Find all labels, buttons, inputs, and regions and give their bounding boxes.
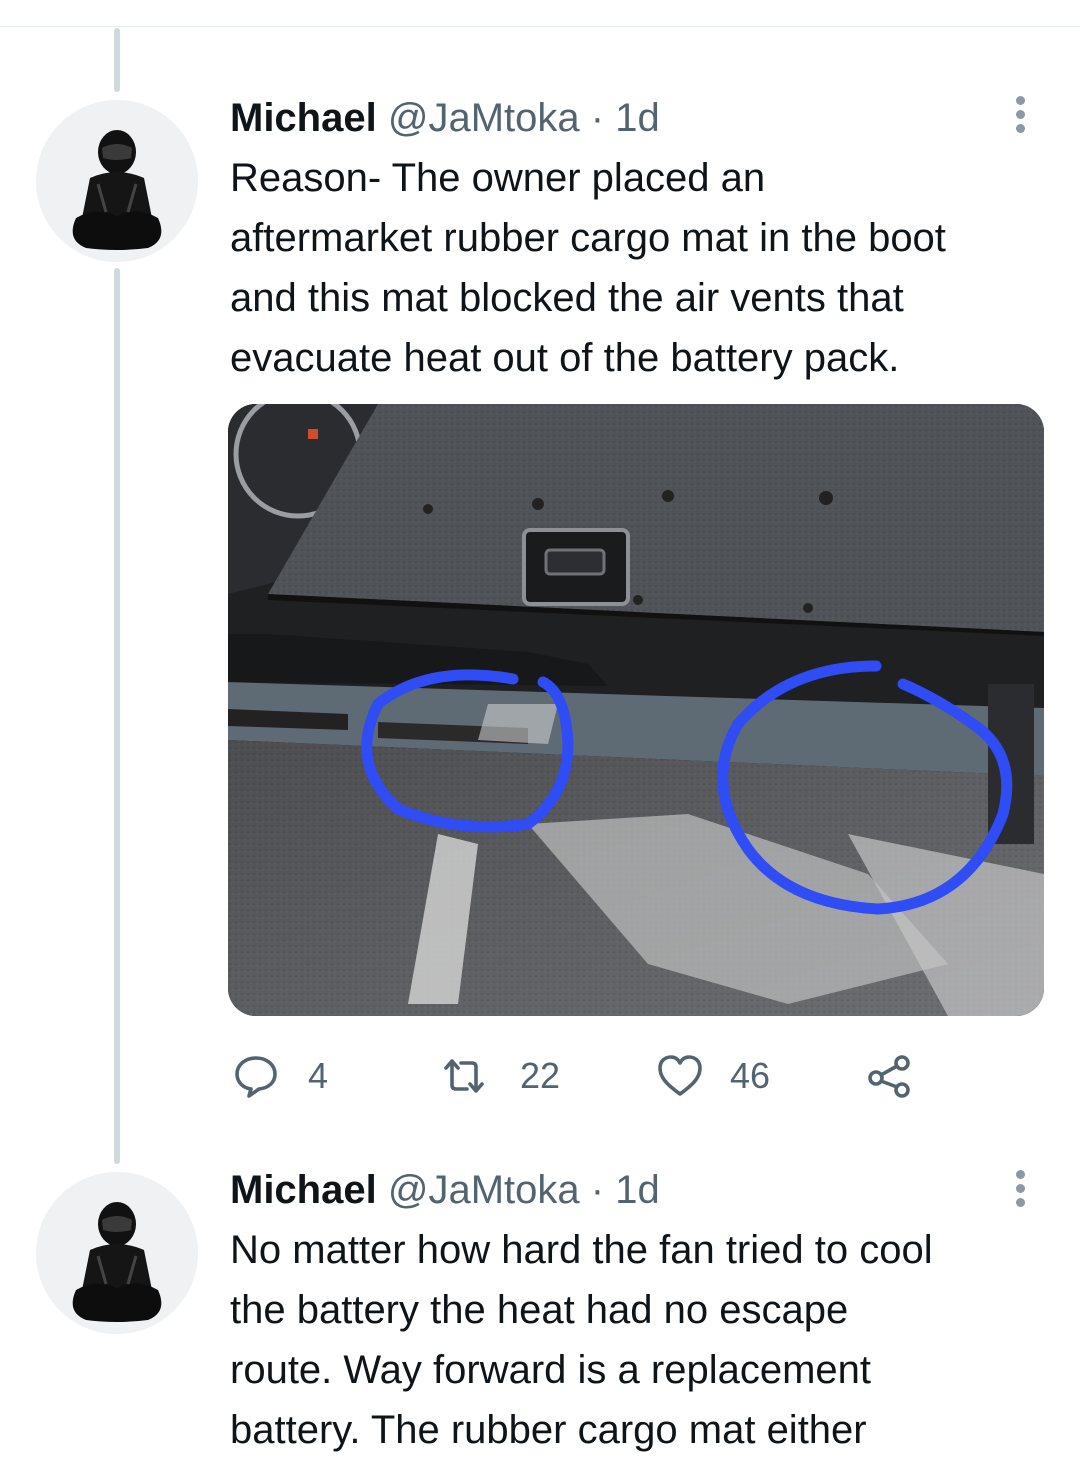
share-button[interactable] bbox=[866, 1050, 914, 1102]
retweet-count: 22 bbox=[520, 1055, 561, 1096]
tweet-header: Michael @JaMtoka · 1d bbox=[230, 1166, 660, 1214]
tweet-actions: 4 22 46 bbox=[232, 1050, 952, 1102]
avatar-image bbox=[36, 100, 198, 262]
author-handle[interactable]: @JaMtoka bbox=[388, 96, 580, 140]
avatar-image bbox=[36, 1172, 198, 1334]
timestamp[interactable]: 1d bbox=[615, 96, 660, 140]
thread-line-top bbox=[114, 28, 120, 92]
author-name[interactable]: Michael bbox=[230, 96, 377, 140]
reply-count: 4 bbox=[308, 1055, 329, 1096]
author-handle[interactable]: @JaMtoka bbox=[388, 1168, 580, 1212]
thread-line-connector bbox=[114, 268, 120, 1164]
timestamp[interactable]: 1d bbox=[615, 1168, 660, 1212]
retweet-icon bbox=[444, 1059, 484, 1093]
top-divider bbox=[0, 26, 1080, 27]
more-vertical-icon[interactable] bbox=[1008, 96, 1032, 136]
tweet-text: Reason- The owner placed an aftermarket … bbox=[230, 156, 946, 380]
car-trunk-photo bbox=[228, 404, 1044, 1016]
share-icon bbox=[868, 1055, 910, 1098]
separator-dot: · bbox=[590, 96, 605, 140]
separator-dot: · bbox=[590, 1168, 605, 1212]
heart-icon bbox=[658, 1055, 702, 1096]
like-count: 46 bbox=[730, 1055, 771, 1096]
more-vertical-icon[interactable] bbox=[1008, 1170, 1032, 1210]
tweet-header: Michael @JaMtoka · 1d bbox=[230, 94, 660, 142]
author-name[interactable]: Michael bbox=[230, 1168, 377, 1212]
reply-icon bbox=[235, 1056, 277, 1098]
reply-button[interactable]: 4 bbox=[232, 1050, 328, 1102]
avatar[interactable] bbox=[36, 100, 198, 262]
avatar[interactable] bbox=[36, 1172, 198, 1334]
tweet-photo[interactable] bbox=[228, 404, 1044, 1016]
retweet-button[interactable]: 22 bbox=[440, 1050, 560, 1102]
tweet-text: No matter how hard the fan tried to cool… bbox=[230, 1228, 933, 1452]
like-button[interactable]: 46 bbox=[656, 1050, 770, 1102]
